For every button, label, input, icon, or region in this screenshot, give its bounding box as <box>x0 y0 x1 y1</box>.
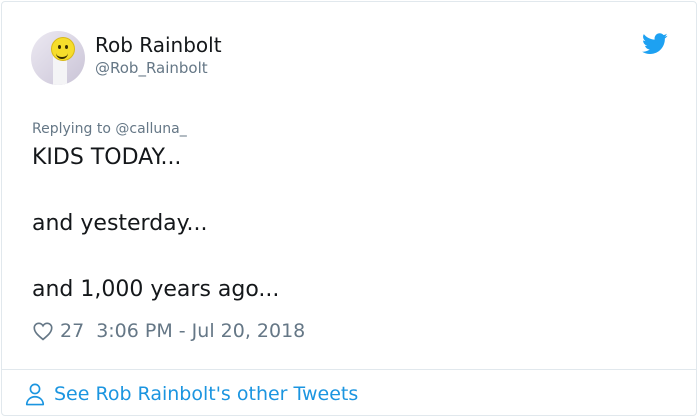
heart-icon[interactable] <box>32 320 54 342</box>
author-name[interactable]: Rob Rainbolt <box>95 33 222 57</box>
like-count[interactable]: 27 <box>60 320 84 342</box>
see-other-tweets-label: See Rob Rainbolt's other Tweets <box>54 383 359 405</box>
twitter-bird-icon[interactable] <box>642 33 668 55</box>
see-other-tweets-link[interactable]: See Rob Rainbolt's other Tweets <box>24 381 358 407</box>
replying-to[interactable]: Replying to @calluna_ <box>32 121 187 137</box>
tweet-line-2: and yesterday... <box>32 211 208 236</box>
timestamp[interactable]: 3:06 PM - Jul 20, 2018 <box>96 320 305 342</box>
tweet-meta: 27 3:06 PM - Jul 20, 2018 <box>32 318 305 344</box>
tweet-line-3: and 1,000 years ago... <box>32 277 280 302</box>
avatar[interactable] <box>31 31 85 85</box>
tweet-line-1: KIDS TODAY... <box>32 145 182 170</box>
person-icon <box>25 383 45 406</box>
author-handle[interactable]: @Rob_Rainbolt <box>95 59 208 77</box>
divider <box>1 369 697 370</box>
